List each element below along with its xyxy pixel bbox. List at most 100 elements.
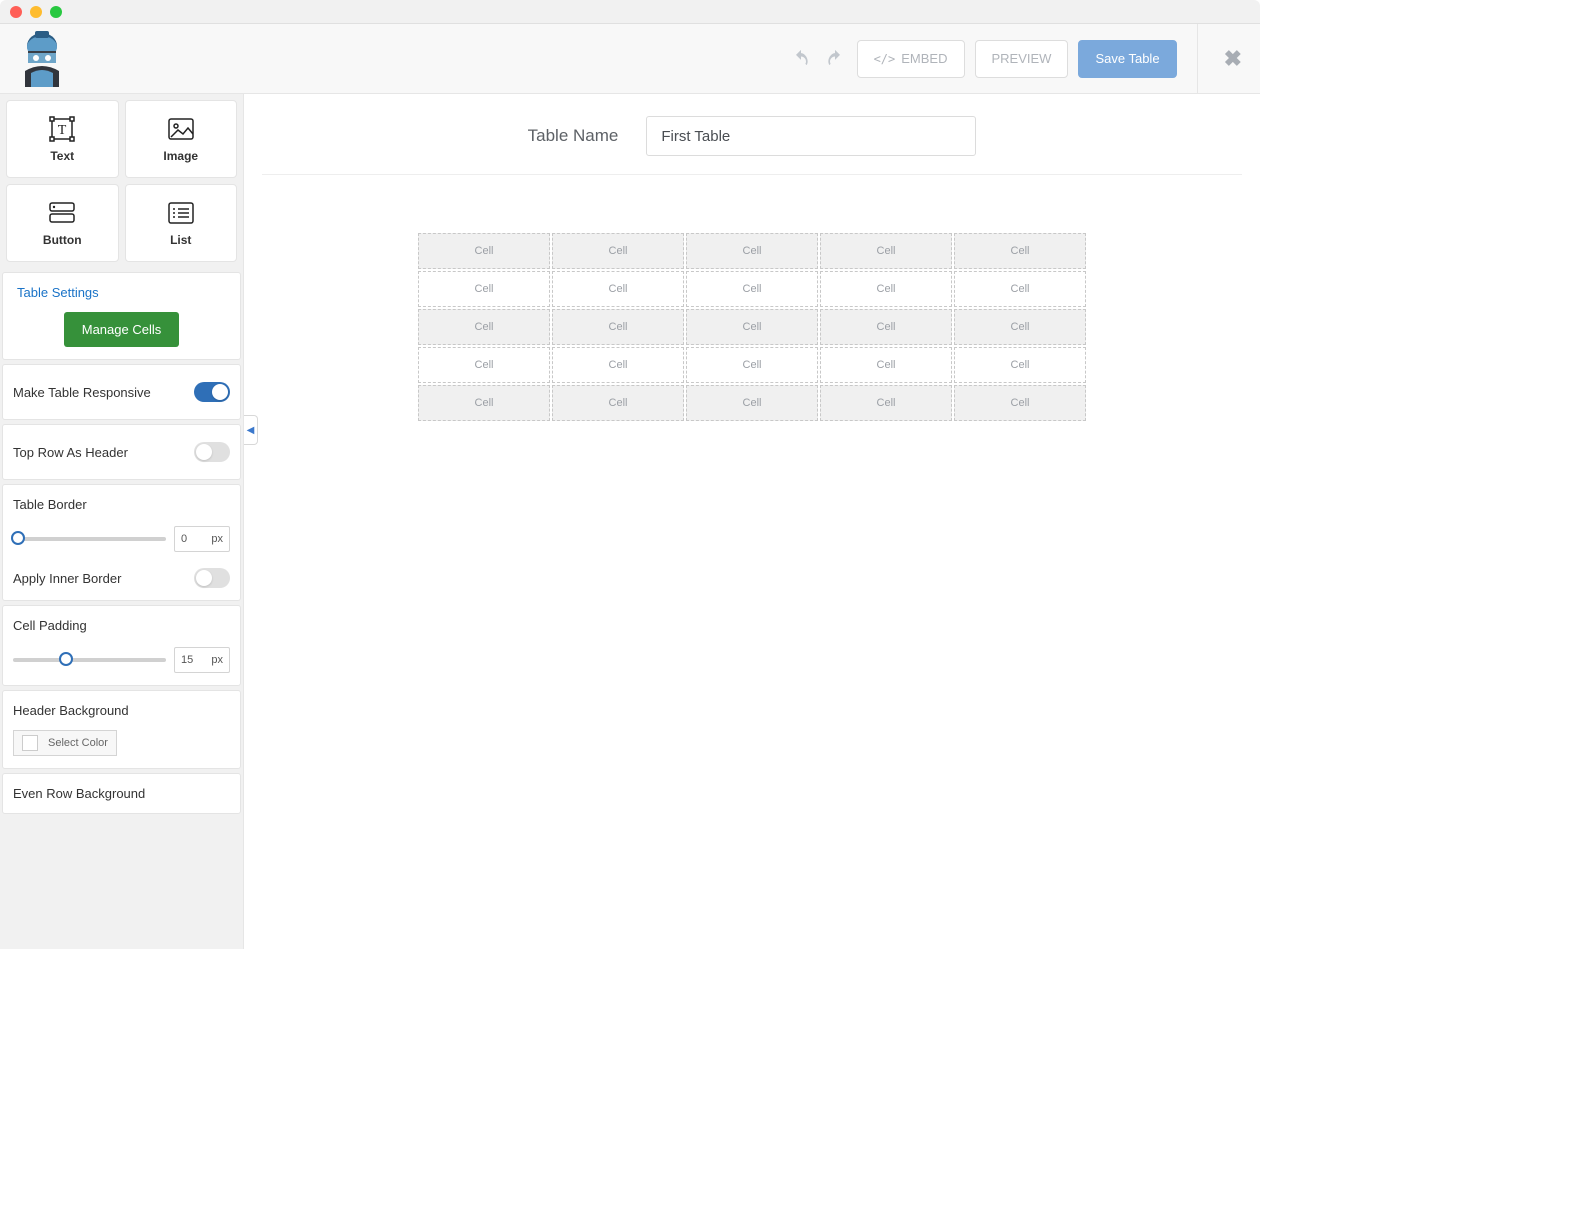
table-cell[interactable]: Cell [418,233,550,269]
text-icon: T [48,115,76,143]
table-cell[interactable]: Cell [552,309,684,345]
table-cell[interactable]: Cell [820,271,952,307]
app-logo [12,29,72,89]
cell-padding-value-box[interactable]: 15 px [174,647,230,673]
table-cell[interactable]: Cell [820,309,952,345]
table-cell[interactable]: Cell [686,385,818,421]
table-name-input[interactable] [646,116,976,156]
table-row: CellCellCellCellCell [418,271,1086,307]
table-cell[interactable]: Cell [418,347,550,383]
table-border-slider[interactable] [13,537,166,541]
canvas: Table Name CellCellCellCellCellCellCellC… [244,94,1260,949]
top-row-header-label: Top Row As Header [13,445,128,460]
header-bg-panel: Header Background Select Color [2,690,241,769]
table-border-panel: Table Border 0 px Apply Inner Border [2,484,241,601]
even-row-bg-panel: Even Row Background [2,773,241,814]
table-cell[interactable]: Cell [552,385,684,421]
code-icon: </> [874,52,896,66]
preview-button[interactable]: PREVIEW [975,40,1069,78]
cell-padding-value: 15 [181,654,193,666]
apply-inner-border-toggle[interactable] [194,568,230,588]
window-titlebar [0,0,1260,24]
manage-cells-button[interactable]: Manage Cells [64,312,180,347]
svg-text:T: T [58,123,67,138]
select-color-label: Select Color [48,737,108,749]
table-cell[interactable]: Cell [552,233,684,269]
preview-label: PREVIEW [992,51,1052,66]
element-text-label: Text [50,149,74,163]
table-cell[interactable]: Cell [418,385,550,421]
table-cell[interactable]: Cell [820,233,952,269]
table-row: CellCellCellCellCell [418,347,1086,383]
table-preview: CellCellCellCellCellCellCellCellCellCell… [416,231,1088,423]
responsive-toggle[interactable] [194,382,230,402]
table-cell[interactable]: Cell [686,233,818,269]
responsive-panel: Make Table Responsive [2,364,241,420]
close-icon[interactable]: ✖ [1224,46,1242,72]
element-image-label: Image [163,149,198,163]
table-name-bar: Table Name [262,94,1242,175]
table-cell[interactable]: Cell [418,271,550,307]
table-cell[interactable]: Cell [686,271,818,307]
redo-button[interactable] [823,47,847,71]
element-list[interactable]: List [125,184,238,262]
element-image[interactable]: Image [125,100,238,178]
cell-padding-slider[interactable] [13,658,166,662]
table-cell[interactable]: Cell [552,271,684,307]
element-text[interactable]: T Text [6,100,119,178]
even-row-bg-label: Even Row Background [13,786,230,801]
top-row-header-panel: Top Row As Header [2,424,241,480]
button-icon [48,199,76,227]
save-label: Save Table [1095,51,1159,66]
window-maximize-icon[interactable] [50,6,62,18]
save-table-button[interactable]: Save Table [1078,40,1176,78]
table-border-value: 0 [181,533,187,545]
divider [1197,24,1198,94]
table-cell[interactable]: Cell [418,309,550,345]
table-row: CellCellCellCellCell [418,233,1086,269]
table-preview-zone: CellCellCellCellCellCellCellCellCellCell… [244,175,1260,479]
cell-padding-unit: px [211,654,223,666]
table-row: CellCellCellCellCell [418,309,1086,345]
table-border-label: Table Border [13,497,230,512]
window-close-icon[interactable] [10,6,22,18]
topbar: </> EMBED PREVIEW Save Table ✖ [0,24,1260,94]
table-cell[interactable]: Cell [954,385,1086,421]
table-row: CellCellCellCellCell [418,385,1086,421]
cell-padding-label: Cell Padding [13,618,230,633]
table-settings-panel: Table Settings Manage Cells [2,272,241,360]
topbar-actions: </> EMBED PREVIEW Save Table ✖ [789,24,1242,94]
table-cell[interactable]: Cell [686,347,818,383]
header-bg-color-picker[interactable]: Select Color [13,730,117,756]
table-cell[interactable]: Cell [686,309,818,345]
undo-button[interactable] [789,47,813,71]
table-name-label: Table Name [528,126,619,146]
table-settings-link[interactable]: Table Settings [3,273,240,312]
table-border-value-box[interactable]: 0 px [174,526,230,552]
embed-button[interactable]: </> EMBED [857,40,965,78]
table-cell[interactable]: Cell [954,347,1086,383]
responsive-label: Make Table Responsive [13,385,151,400]
embed-label: EMBED [901,51,947,66]
table-cell[interactable]: Cell [820,385,952,421]
element-palette: T Text Image [0,94,243,268]
top-row-header-toggle[interactable] [194,442,230,462]
list-icon [167,199,195,227]
element-button[interactable]: Button [6,184,119,262]
table-cell[interactable]: Cell [820,347,952,383]
element-list-label: List [170,233,191,247]
header-bg-label: Header Background [13,703,230,718]
table-border-unit: px [211,533,223,545]
image-icon [167,115,195,143]
sidebar: T Text Image [0,94,244,949]
sidebar-collapse-button[interactable]: ◀ [244,415,258,445]
apply-inner-border-label: Apply Inner Border [13,571,121,586]
window-minimize-icon[interactable] [30,6,42,18]
table-cell[interactable]: Cell [954,309,1086,345]
color-swatch [22,735,38,751]
table-cell[interactable]: Cell [954,271,1086,307]
table-cell[interactable]: Cell [954,233,1086,269]
cell-padding-panel: Cell Padding 15 px [2,605,241,686]
table-cell[interactable]: Cell [552,347,684,383]
element-button-label: Button [43,233,82,247]
